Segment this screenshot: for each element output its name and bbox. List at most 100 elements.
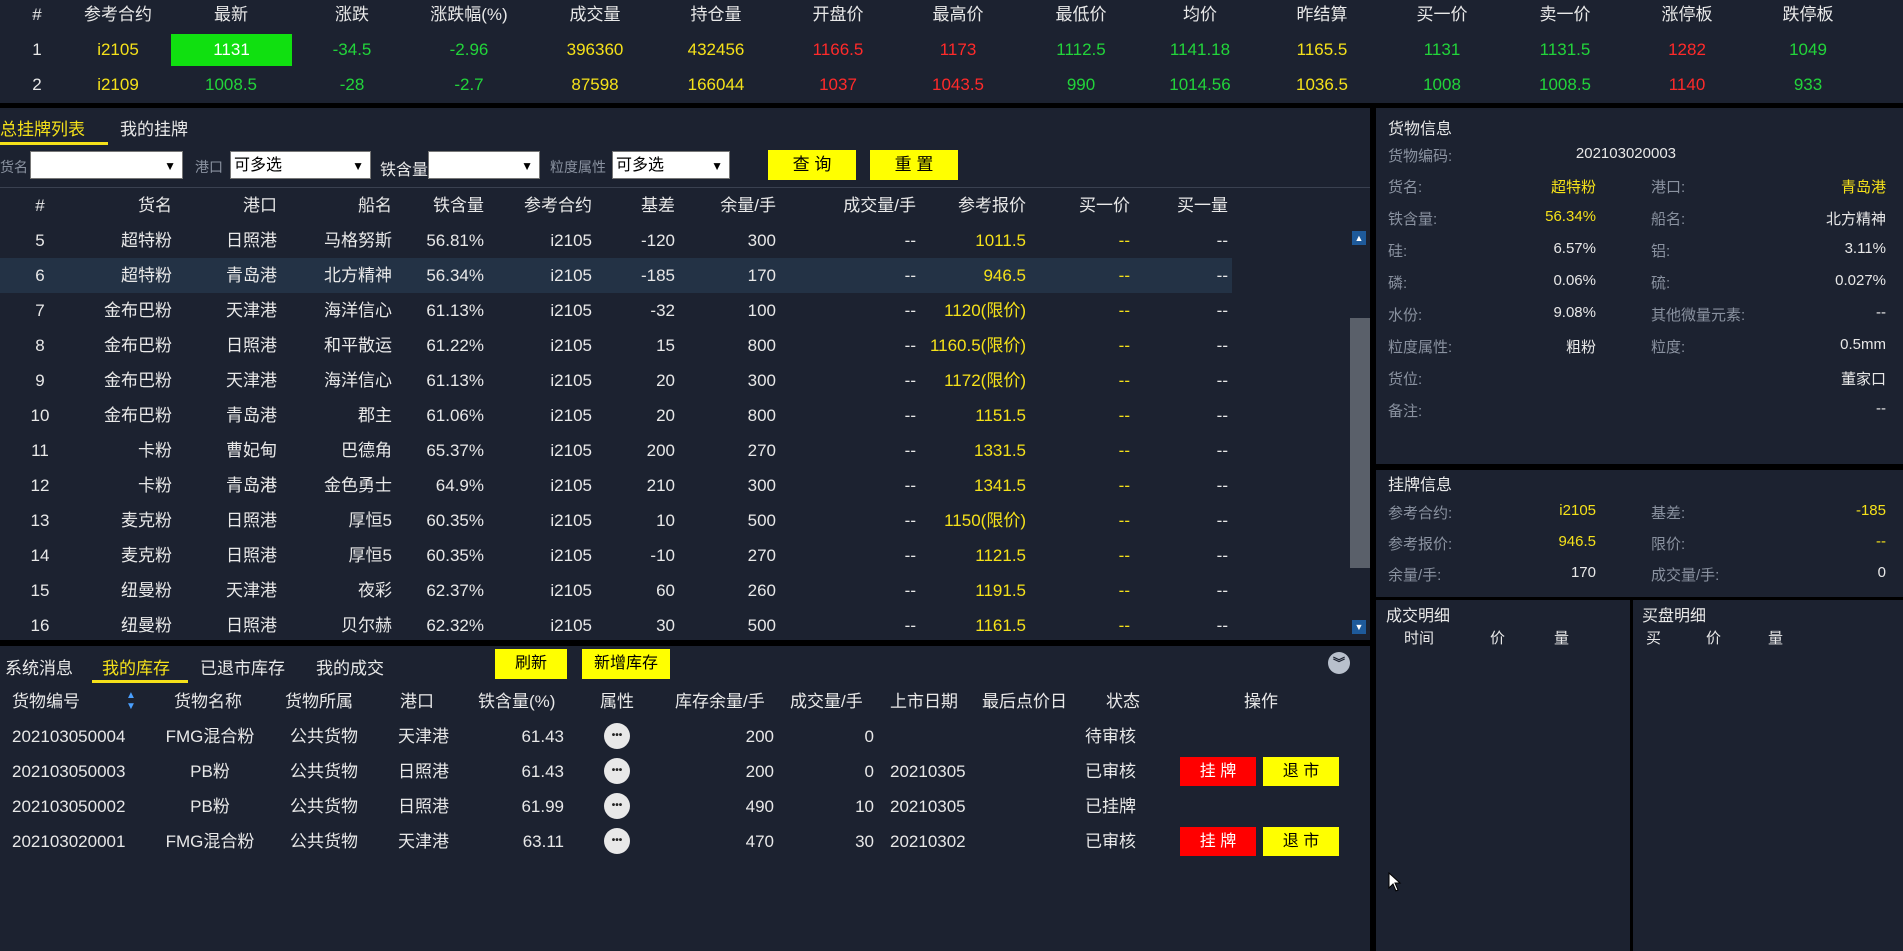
tab-my-inventory[interactable]: 我的库存 [102, 654, 170, 679]
inventory-col-header[interactable]: 最后点价日 [982, 684, 1067, 719]
listing-cell: 厚恒5 [348, 546, 392, 565]
listing-row[interactable]: 14 麦克粉 日照港 厚恒5 60.35% i2105 -10 270 -- 1121.5 -- -- [0, 538, 1232, 573]
tab-my-trades[interactable]: 我的成交 [316, 654, 384, 679]
list-button[interactable]: 挂 牌 [1180, 827, 1256, 856]
more-options-icon[interactable]: ••• [604, 758, 630, 784]
market-col-header[interactable]: 昨结算 [1267, 0, 1377, 30]
market-col-header[interactable]: 均价 [1145, 0, 1255, 30]
listing-col-header[interactable]: 船名 [310, 188, 392, 223]
deal-label: 成交量/手: [1651, 567, 1720, 584]
market-row[interactable]: 2 i2109 1008.5 -28 -2.7 87598 166044 1037 1043.5… [0, 67, 1903, 102]
grain-select[interactable]: 可多选 ▼ [612, 151, 730, 179]
inventory-row[interactable]: 202103050004 FMG混合粉 公共货物 天津港 61.43 ••• 200 0 待审核 [0, 719, 1370, 754]
listing-col-header[interactable]: # [20, 188, 60, 223]
listing-col-header[interactable]: 参考报价 [920, 188, 1026, 223]
inventory-col-header[interactable]: 货物名称 [174, 684, 242, 719]
scroll-down-icon[interactable]: ▼ [1352, 620, 1366, 634]
list-button[interactable]: 挂 牌 [1180, 757, 1256, 786]
listing-cell: 和平散运 [324, 336, 392, 355]
scrollbar-thumb[interactable] [1350, 318, 1370, 568]
goods-select[interactable]: ▼ [30, 151, 183, 179]
listing-col-header[interactable]: 成交量/手 [800, 188, 916, 223]
market-col-header[interactable]: 最低价 [1026, 0, 1136, 30]
market-col-header[interactable]: 成交量 [540, 0, 650, 30]
inventory-row[interactable]: 202103050002 PB粉 公共货物 日照港 61.99 ••• 490 10 20210… [0, 789, 1370, 824]
inventory-row[interactable]: 202103020001 FMG混合粉 公共货物 天津港 63.11 ••• 470 30 20… [0, 824, 1370, 859]
listing-row[interactable]: 9 金布巴粉 天津港 海洋信心 61.13% i2105 20 300 -- 1172(限价) --… [0, 363, 1232, 398]
market-col-header[interactable]: 涨停板 [1632, 0, 1742, 30]
tab-system-messages[interactable]: 系统消息 [5, 654, 73, 679]
inventory-col-header[interactable]: 货物编号 [12, 684, 80, 719]
market-col-header[interactable]: 卖一价 [1510, 0, 1620, 30]
market-col-header[interactable]: 涨跌幅(%) [414, 0, 524, 30]
listing-row[interactable]: 16 纽曼粉 日照港 贝尔赫 62.32% i2105 30 500 -- 1161.5 -- -- [0, 608, 1232, 640]
inventory-code: 202103050002 [12, 797, 126, 816]
inventory-col-header[interactable]: 操作 [1244, 684, 1278, 719]
tab-my-listings[interactable]: 我的挂牌 [120, 115, 188, 140]
listing-col-header[interactable]: 买一量 [1140, 188, 1228, 223]
listing-col-header[interactable]: 参考合约 [500, 188, 592, 223]
listing-row[interactable]: 6 超特粉 青岛港 北方精神 56.34% i2105 -185 170 -- 946.5 -- -- [0, 258, 1232, 293]
market-col-header[interactable]: 最高价 [903, 0, 1013, 30]
listing-row[interactable]: 5 超特粉 日照港 马格努斯 56.81% i2105 -120 300 -- 1011.5 -- -… [0, 223, 1232, 258]
listing-cell: -32 [650, 301, 675, 320]
more-options-icon[interactable]: ••• [604, 828, 630, 854]
inventory-col-header[interactable]: 货物所属 [285, 684, 353, 719]
delist-button[interactable]: 退 市 [1263, 827, 1339, 856]
listing-cell: 天津港 [226, 301, 277, 320]
inventory-row[interactable]: 202103050003 PB粉 公共货物 日照港 61.43 ••• 200 0 202103… [0, 754, 1370, 789]
inventory-port: 日照港 [398, 797, 449, 816]
inventory-col-header[interactable]: 上市日期 [890, 684, 958, 719]
refresh-button[interactable]: 刷新 [495, 649, 567, 679]
listing-col-header[interactable]: 基差 [603, 188, 675, 223]
listing-cell: 夜彩 [358, 581, 392, 600]
listing-col-header[interactable]: 港口 [215, 188, 277, 223]
port-select-value: 可多选 [234, 157, 283, 174]
listing-row[interactable]: 8 金布巴粉 日照港 和平散运 61.22% i2105 15 800 -- 1160.5(限价)… [0, 328, 1232, 363]
listing-col-header[interactable]: 余量/手 [690, 188, 776, 223]
inventory-col-header[interactable]: 成交量/手 [790, 684, 863, 719]
note-value: -- [1876, 400, 1886, 417]
listing-row[interactable]: 11 卡粉 曹妃甸港 巴德角 65.37% i2105 200 270 -- 1331.5 -- -- [0, 433, 1232, 495]
listing-row[interactable]: 15 纽曼粉 天津港 夜彩 62.37% i2105 60 260 -- 1191.5 -- -- [0, 573, 1232, 608]
market-col-header[interactable]: 开盘价 [783, 0, 893, 30]
port-select[interactable]: 可多选 ▼ [230, 151, 371, 179]
listing-scrollbar[interactable]: ▲ ▼ [1350, 223, 1370, 640]
market-col-header[interactable]: 持仓量 [661, 0, 771, 30]
market-col-header[interactable]: 买一价 [1387, 0, 1497, 30]
add-inventory-button[interactable]: 新增库存 [582, 649, 670, 679]
market-col-header[interactable]: 参考合约 [63, 0, 173, 30]
listing-row[interactable]: 12 卡粉 青岛港 金色勇士 64.9% i2105 210 300 -- 1341.5 -- -- [0, 468, 1232, 503]
inventory-col-header[interactable]: 铁含量(%) [478, 684, 555, 719]
tab-all-listings[interactable]: 总挂牌列表 [0, 115, 85, 140]
reset-button[interactable]: 重 置 [870, 150, 958, 180]
inventory-port: 天津港 [398, 727, 449, 746]
listing-col-header[interactable]: 铁含量 [414, 188, 484, 223]
inventory-col-header[interactable]: 库存余量/手 [675, 684, 765, 719]
inventory-col-header[interactable]: 属性 [600, 684, 634, 719]
listing-row[interactable]: 10 金布巴粉 青岛港 郡主 61.06% i2105 20 800 -- 1151.5 -- -- [0, 398, 1232, 433]
latest-price-highlight: 1131 [171, 34, 292, 66]
tab-delisted-inventory[interactable]: 已退市库存 [200, 654, 285, 679]
market-col-header[interactable]: 跌停板 [1753, 0, 1863, 30]
listing-col-header[interactable]: 货名 [92, 188, 172, 223]
iron-select[interactable]: ▼ [428, 151, 540, 179]
scroll-up-icon[interactable]: ▲ [1352, 231, 1366, 245]
market-col-header[interactable]: 最新 [176, 0, 286, 30]
listing-row[interactable]: 7 金布巴粉 天津港 海洋信心 61.13% i2105 -32 100 -- 1120(限价) -… [0, 293, 1232, 328]
inventory-col-header[interactable]: 港口 [400, 684, 434, 719]
sort-icon[interactable]: ▲ ▼ [126, 690, 136, 712]
query-button[interactable]: 查 询 [768, 150, 856, 180]
listing-col-header[interactable]: 买一价 [1040, 188, 1130, 223]
listing-row[interactable]: 13 麦克粉 日照港 厚恒5 60.35% i2105 10 500 -- 1150(限价) -- -… [0, 503, 1232, 538]
more-options-icon[interactable]: ••• [604, 793, 630, 819]
market-row[interactable]: 1 i2105 1131 -34.5 -2.96 396360 432456 1166.5 11… [0, 32, 1903, 67]
listing-cell: 日照港 [226, 511, 277, 530]
delist-button[interactable]: 退 市 [1263, 757, 1339, 786]
listing-cell: -- [1216, 441, 1228, 460]
market-col-header[interactable]: 涨跌 [297, 0, 407, 30]
more-options-icon[interactable]: ••• [604, 723, 630, 749]
inventory-col-header[interactable]: 状态 [1106, 684, 1140, 719]
collapse-icon[interactable]: ︾ [1328, 652, 1350, 674]
market-cell: 1141.18 [1169, 40, 1231, 59]
